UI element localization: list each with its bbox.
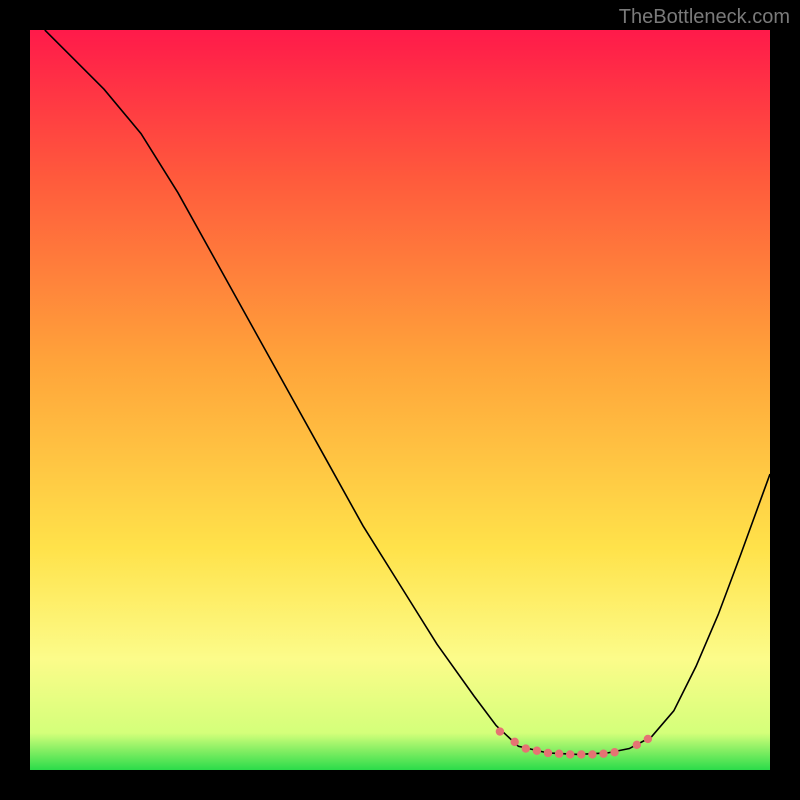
highlight-dot	[610, 748, 618, 756]
chart-plot	[30, 30, 770, 770]
highlight-dot	[577, 750, 585, 758]
highlight-dot	[644, 735, 652, 743]
highlight-dot	[599, 750, 607, 758]
highlight-dot	[511, 738, 519, 746]
chart-svg	[30, 30, 770, 770]
gradient-background	[30, 30, 770, 770]
highlight-dot	[555, 750, 563, 758]
highlight-dot	[533, 747, 541, 755]
highlight-dot	[588, 750, 596, 758]
watermark-text: TheBottleneck.com	[619, 6, 790, 29]
highlight-dot	[496, 727, 504, 735]
highlight-dot	[566, 750, 574, 758]
highlight-dot	[544, 749, 552, 757]
highlight-dot	[633, 741, 641, 749]
highlight-dot	[522, 744, 530, 752]
